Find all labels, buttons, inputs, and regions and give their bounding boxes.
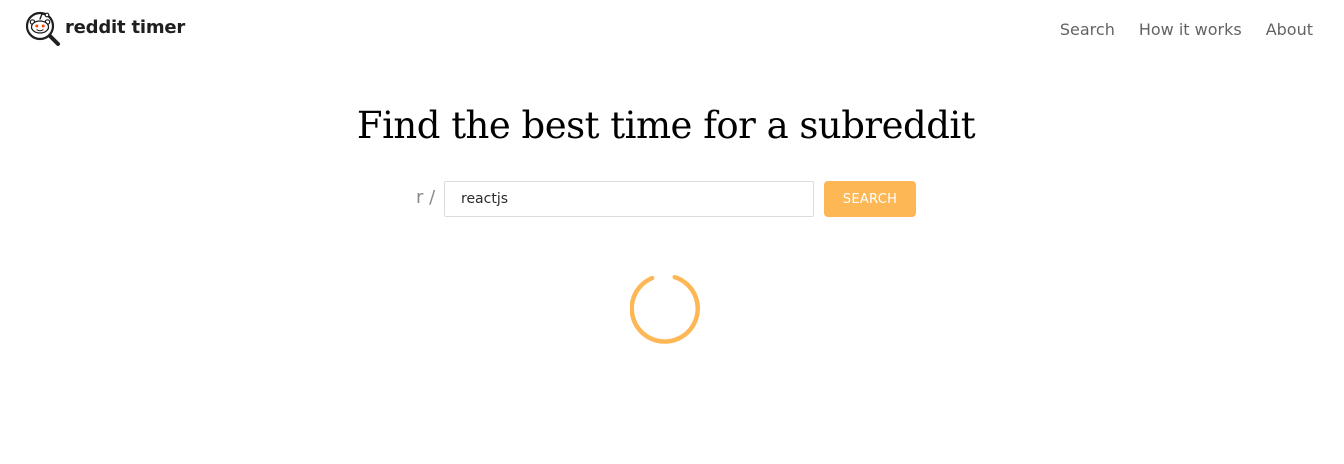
subreddit-prefix-label: r / xyxy=(416,187,436,208)
nav-link-about[interactable]: About xyxy=(1266,20,1313,40)
subreddit-search-form: r / SEARCH xyxy=(0,181,1332,217)
header: reddit timer Search How it works About xyxy=(0,0,1344,60)
nav-link-search[interactable]: Search xyxy=(1060,20,1115,40)
logo-link[interactable]: reddit timer xyxy=(24,10,185,48)
reddit-magnifier-logo-icon xyxy=(25,11,60,46)
loading-spinner-icon xyxy=(630,274,700,344)
nav-link-how-it-works[interactable]: How it works xyxy=(1139,20,1242,40)
page-title: Find the best time for a subreddit xyxy=(356,104,976,147)
main-nav: Search How it works About xyxy=(1060,20,1313,40)
search-button[interactable]: SEARCH xyxy=(824,181,916,217)
subreddit-search-input[interactable] xyxy=(444,181,814,217)
logo-text: reddit timer xyxy=(65,16,186,38)
